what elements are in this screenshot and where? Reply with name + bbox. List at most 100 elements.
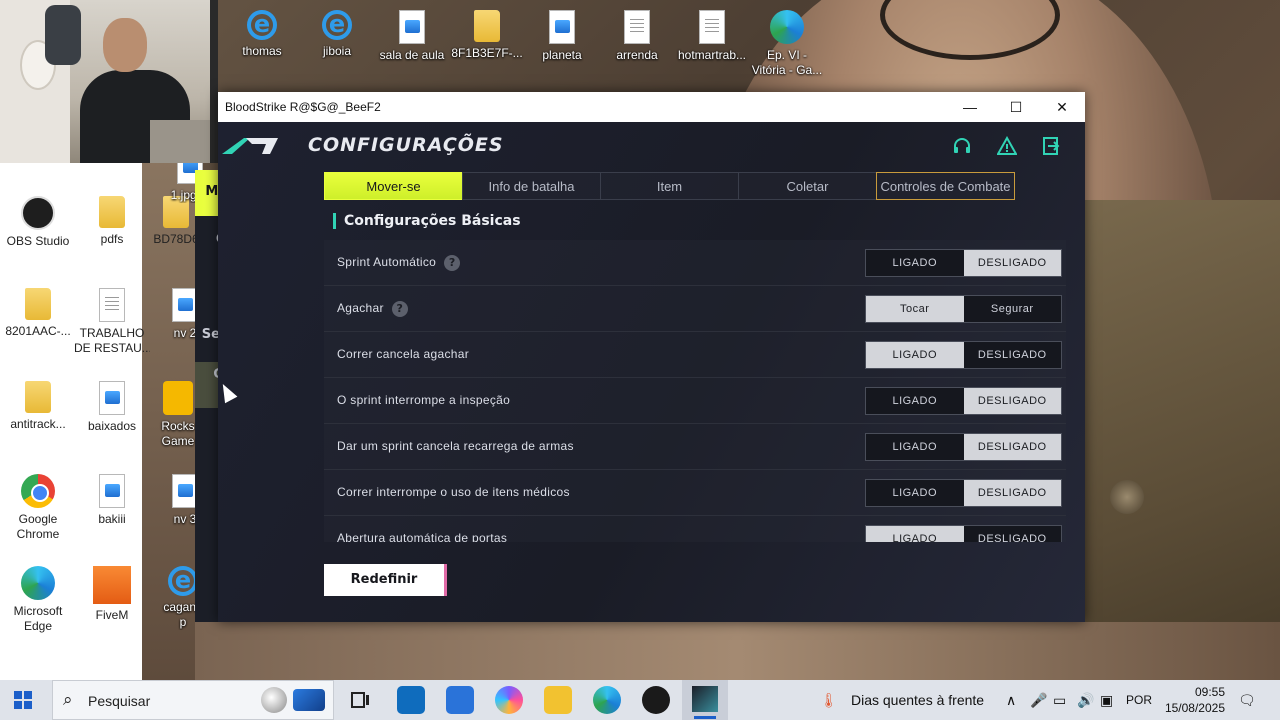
setting-toggle: LIGADO DESLIGADO: [865, 479, 1062, 507]
help-icon[interactable]: ?: [444, 255, 461, 271]
file-explorer-icon[interactable]: [544, 686, 572, 714]
desktop-icon-6[interactable]: hotmartrab...: [674, 10, 750, 63]
game-settings-screen: CONFIGURAÇÕES Mover-se Info de batalha I…: [218, 122, 1085, 622]
tab-info-de-batalha[interactable]: Info de batalha: [462, 172, 601, 200]
toggle-option[interactable]: DESLIGADO: [963, 250, 1061, 276]
microphone-icon[interactable]: 🎤: [1030, 692, 1047, 709]
folder-icon: [25, 381, 51, 413]
window-titlebar[interactable]: BloodStrike R@$G@_BeeF2 — ☐ ✕: [218, 92, 1085, 122]
desktop-icon-label: thomas: [242, 44, 282, 58]
toggle-option[interactable]: LIGADO: [866, 342, 964, 368]
maximize-button[interactable]: ☐: [993, 92, 1039, 122]
setting-toggle: Tocar Segurar: [865, 295, 1062, 323]
desktop-icon-7[interactable]: Ep. VI - Vitória - Ga...: [749, 10, 825, 78]
volume-icon[interactable]: 🔊: [1077, 692, 1094, 709]
edge-taskbar-icon[interactable]: [593, 686, 621, 714]
desktop-icon-label: Ep. VI -: [766, 48, 807, 62]
warning-icon[interactable]: [996, 135, 1018, 158]
task-view-icon[interactable]: [346, 686, 374, 714]
bloodstrike-taskbar-item[interactable]: [682, 680, 728, 720]
desktop-icon-12[interactable]: TRABALHO DE RESTAU...: [74, 288, 150, 356]
notifications-icon[interactable]: 🗨: [1238, 692, 1256, 709]
game-window: BloodStrike R@$G@_BeeF2 — ☐ ✕ CONFIGURAÇ…: [218, 92, 1085, 622]
search-highlight-icon-2: [293, 689, 325, 711]
desktop-icon-label: arrenda: [616, 48, 658, 62]
desktop-icon-label: bakiii: [98, 512, 126, 526]
desktop-icon-21[interactable]: FiveM: [74, 566, 150, 623]
close-button[interactable]: ✕: [1039, 92, 1085, 122]
battery-icon[interactable]: ▭: [1053, 692, 1066, 709]
desktop-icon-20[interactable]: Microsoft Edge: [0, 566, 76, 634]
desktop-icon-0[interactable]: thomas: [224, 10, 300, 59]
desktop-icon-1[interactable]: jiboia: [299, 10, 375, 59]
setting-label-text: Correr cancela agachar: [337, 347, 469, 361]
language-indicator[interactable]: POR: [1126, 693, 1152, 707]
toggle-option[interactable]: LIGADO: [866, 434, 964, 460]
chevron-up-icon[interactable]: ∧: [1006, 692, 1016, 709]
section-title: Configurações Básicas: [333, 213, 521, 229]
exit-icon[interactable]: [1040, 136, 1062, 158]
desktop-icon-label: 8F1B3E7F-...: [451, 46, 523, 60]
toggle-option[interactable]: DESLIGADO: [963, 480, 1061, 506]
toggle-option[interactable]: LIGADO: [866, 526, 964, 542]
setting-row: Correr cancela agachar LIGADO DESLIGADO: [324, 332, 1066, 378]
toggle-option[interactable]: LIGADO: [866, 480, 964, 506]
setting-label-text: Correr interrompe o uso de itens médicos: [337, 485, 570, 499]
setting-row: Sprint Automático? LIGADO DESLIGADO: [324, 240, 1066, 286]
desktop-icon-3[interactable]: 8F1B3E7F-...: [449, 10, 525, 61]
desktop-icon-17[interactable]: Google Chrome: [0, 474, 76, 542]
store-icon[interactable]: [446, 686, 474, 714]
toggle-option[interactable]: LIGADO: [866, 250, 964, 276]
toggle-option[interactable]: DESLIGADO: [963, 342, 1061, 368]
setting-label-text: O sprint interrompe a inspeção: [337, 393, 511, 407]
desktop-icon-8[interactable]: OBS Studio: [0, 196, 76, 249]
desktop-icon-label: Google: [18, 512, 58, 526]
taskbar-search[interactable]: ⌕ Pesquisar: [52, 680, 334, 720]
desktop-icon-label: hotmartrab...: [677, 48, 747, 62]
webcam-edge: [210, 0, 218, 163]
desktop-icon-18[interactable]: bakiii: [74, 474, 150, 527]
toggle-option[interactable]: DESLIGADO: [963, 526, 1061, 542]
doc-icon: [99, 288, 125, 322]
desktop-icon-11[interactable]: 8201AAC-...: [0, 288, 76, 339]
toggle-option[interactable]: LIGADO: [866, 388, 964, 414]
tab-mover-se[interactable]: Mover-se: [324, 172, 463, 200]
active-indicator: [694, 716, 716, 719]
desktop-icon-label: baixados: [87, 419, 137, 433]
headset-icon[interactable]: [951, 136, 973, 158]
desktop-icon-label: planeta: [542, 48, 582, 62]
setting-row: Agachar? Tocar Segurar: [324, 286, 1066, 332]
tab-item[interactable]: Item: [600, 172, 739, 200]
toggle-option[interactable]: DESLIGADO: [963, 434, 1061, 460]
setting-label: O sprint interrompe a inspeção: [337, 393, 510, 407]
clock[interactable]: 09:55 15/08/2025: [1155, 684, 1225, 716]
display-icon[interactable]: ▣: [1100, 692, 1113, 709]
help-icon[interactable]: ?: [391, 301, 408, 317]
desktop-icon-label: 8201AAC-...: [5, 324, 71, 338]
folder-icon: [99, 196, 125, 228]
fivem-icon: [93, 566, 131, 604]
toggle-option[interactable]: Segurar: [963, 296, 1061, 322]
toggle-option[interactable]: DESLIGADO: [963, 388, 1061, 414]
settings-list[interactable]: Sprint Automático? LIGADO DESLIGADO Agachar…: [324, 240, 1066, 542]
reset-button[interactable]: Redefinir: [324, 564, 447, 596]
desktop-icon-4[interactable]: planeta: [524, 10, 600, 63]
webcam-desk: [150, 120, 218, 163]
tab-controles-de-combate[interactable]: Controles de Combate: [876, 172, 1015, 200]
outlook-icon[interactable]: [397, 686, 425, 714]
desktop-icon-5[interactable]: arrenda: [599, 10, 675, 63]
tab-coletar[interactable]: Coletar: [738, 172, 877, 200]
search-highlight-icon: [261, 687, 287, 713]
windows-start-icon[interactable]: [14, 691, 32, 709]
minimize-button[interactable]: —: [947, 92, 993, 122]
toggle-option[interactable]: Tocar: [866, 296, 964, 322]
webcam-coat: [45, 5, 81, 65]
desktop-icon-14[interactable]: antitrack...: [0, 381, 76, 432]
weather-icon: 🌡: [820, 692, 838, 708]
copilot-icon[interactable]: [495, 686, 523, 714]
edge-icon: [770, 10, 804, 44]
desktop-icon-2[interactable]: sala de aula: [374, 10, 450, 63]
weather-text[interactable]: Dias quentes à frente: [851, 692, 984, 708]
obs-taskbar-icon[interactable]: [642, 686, 670, 714]
desktop-icon-15[interactable]: baixados: [74, 381, 150, 434]
